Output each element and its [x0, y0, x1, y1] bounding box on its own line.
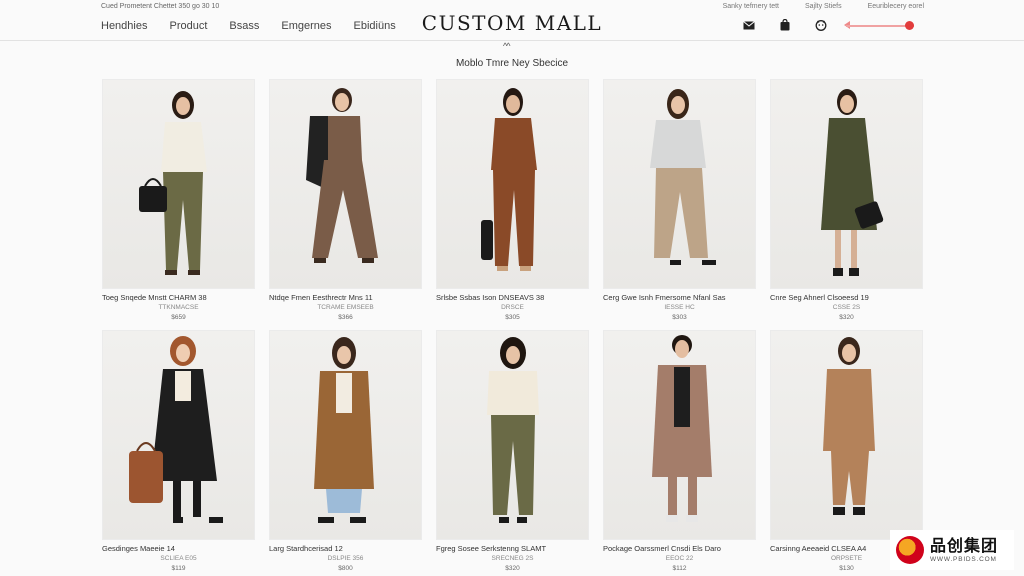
product-image [269, 330, 422, 540]
top-link-3[interactable]: Eeuriblecery eorel [868, 3, 924, 10]
product-name[interactable]: Ntdqe Fmen Eesthrectr Mns 11 [269, 293, 422, 302]
product-price: $800 [338, 565, 353, 572]
product-image [770, 330, 923, 540]
product-card[interactable]: Cnre Seg Ahnerl Clsoeesd 19 CSSE 2S $320 [770, 79, 923, 330]
watermark-cn: 品创集团 [930, 537, 999, 555]
product-subtitle: IESSE HC [664, 304, 695, 311]
header-icons [742, 18, 828, 32]
product-price: $119 [171, 565, 186, 572]
product-price: $320 [839, 314, 854, 321]
product-subtitle: SCLIEA E05 [160, 555, 197, 562]
slider-track [846, 25, 914, 27]
top-links: Sanky tefmery tett Sajlty Stiefs Eeuribl… [723, 3, 924, 10]
slider-knob[interactable] [905, 21, 914, 30]
product-image [436, 330, 589, 540]
product-card[interactable]: Fgreg Sosee Serkstenng SLAMT SRECNEG 2S … [436, 330, 589, 576]
product-card[interactable]: Pockage Oarssmerl Cnsdi Els Daro EEOC 22… [603, 330, 756, 576]
product-card[interactable]: Larg Stardhcerisad 12 DSLPIE 356 $800 [269, 330, 422, 576]
product-name[interactable]: Fgreg Sosee Serkstenng SLAMT [436, 544, 589, 553]
site-logo[interactable]: CUSTOM MALL [0, 11, 1024, 35]
bag-icon[interactable] [778, 18, 792, 32]
product-name[interactable]: Gesdinges Maeeie 14 [102, 544, 255, 553]
product-card[interactable]: Srlsbe Ssbas Ison DNSEAVS 38 DRSCE $305 [436, 79, 589, 330]
product-card[interactable]: Ntdqe Fmen Eesthrectr Mns 11 TCRAME EMSE… [269, 79, 422, 330]
product-card[interactable]: Gesdinges Maeeie 14 SCLIEA E05 $119 [102, 330, 255, 576]
product-image [269, 79, 422, 289]
product-name[interactable]: Larg Stardhcerisad 12 [269, 544, 422, 553]
top-link-1[interactable]: Sanky tefmery tett [723, 3, 779, 10]
product-subtitle: EEOC 22 [665, 555, 694, 562]
header-slider[interactable] [844, 21, 914, 30]
product-price: $303 [672, 314, 687, 321]
product-price: $659 [171, 314, 186, 321]
product-image [102, 79, 255, 289]
product-price: $320 [505, 565, 520, 572]
product-card[interactable]: Toeg Snqede Mnstt CHARM 38 TTKNMACSE $65… [102, 79, 255, 330]
product-subtitle: TTKNMACSE [158, 304, 199, 311]
watermark-en: WWW.PBIDS.COM [930, 555, 997, 563]
product-image [102, 330, 255, 540]
product-grid: Toeg Snqede Mnstt CHARM 38 TTKNMACSE $65… [102, 79, 923, 576]
mail-icon[interactable] [742, 18, 756, 32]
promo-banner[interactable]: Cued Prometent Chettet 350 go 30 10 [101, 3, 219, 10]
product-image [603, 79, 756, 289]
product-name[interactable]: Toeg Snqede Mnstt CHARM 38 [102, 293, 255, 302]
product-price: $112 [672, 565, 687, 572]
product-image [770, 79, 923, 289]
product-name[interactable]: Srlsbe Ssbas Ison DNSEAVS 38 [436, 293, 589, 302]
top-link-2[interactable]: Sajlty Stiefs [805, 3, 842, 10]
product-subtitle: DRSCE [501, 304, 524, 311]
user-icon[interactable] [814, 18, 828, 32]
product-image [436, 79, 589, 289]
product-name[interactable]: Pockage Oarssmerl Cnsdi Els Daro [603, 544, 756, 553]
header-divider [0, 40, 1024, 41]
chevron-up-icon[interactable]: ^^ [503, 41, 511, 51]
product-subtitle: SRECNEG 2S [491, 555, 534, 562]
product-card[interactable]: Cerg Gwe Isnh Fmersome Nfanl Sas IESSE H… [603, 79, 756, 330]
brand-logo-icon [896, 536, 924, 564]
product-subtitle: TCRAME EMSEEB [317, 304, 374, 311]
product-name[interactable]: Cerg Gwe Isnh Fmersome Nfanl Sas [603, 293, 756, 302]
product-image [603, 330, 756, 540]
product-subtitle: CSSE 2S [832, 304, 861, 311]
section-title: Moblo Tmre Ney Sbecice [455, 58, 569, 69]
product-name[interactable]: Cnre Seg Ahnerl Clsoeesd 19 [770, 293, 923, 302]
product-price: $305 [505, 314, 520, 321]
product-price: $366 [338, 314, 353, 321]
product-subtitle: DSLPIE 356 [327, 555, 364, 562]
watermark: 品创集团 WWW.PBIDS.COM [890, 530, 1014, 570]
